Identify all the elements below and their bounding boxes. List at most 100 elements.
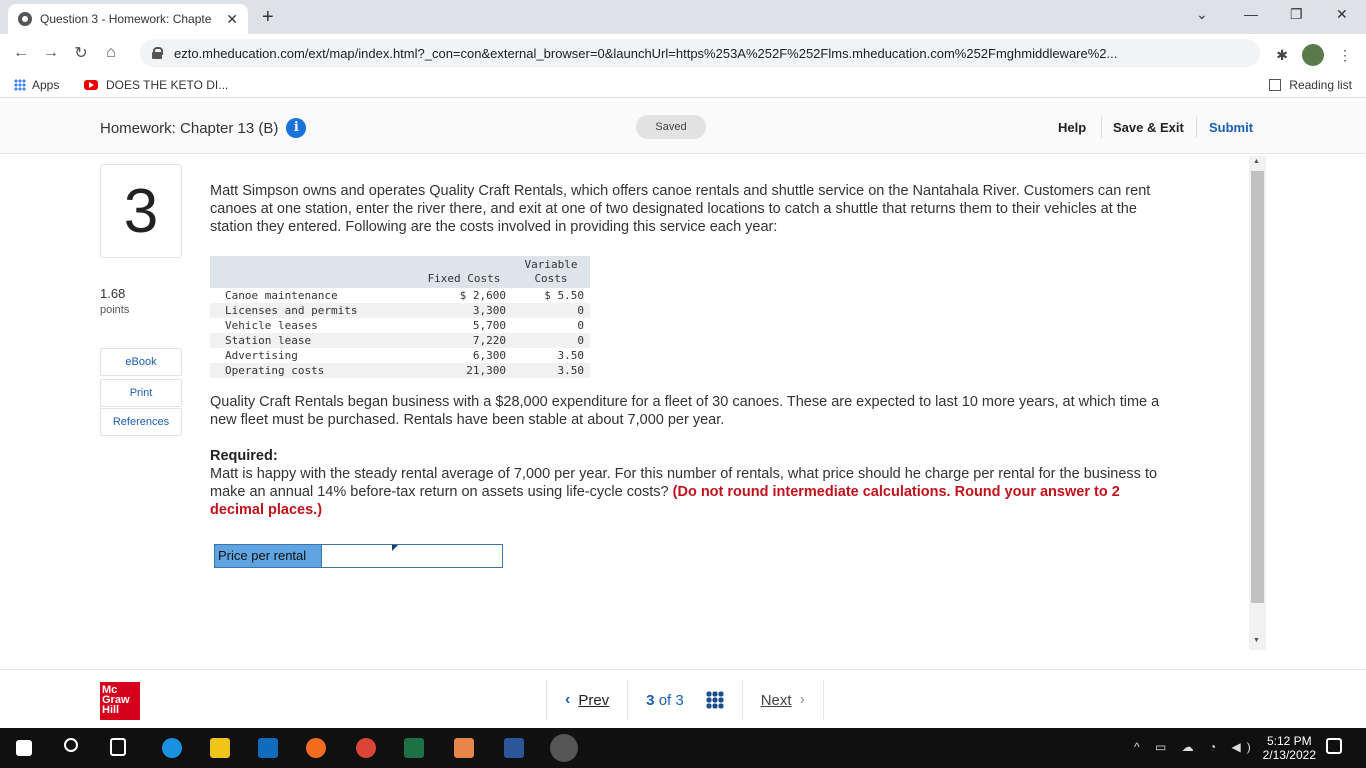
next-button[interactable]: Next › <box>743 680 824 720</box>
scrollbar-thumb[interactable] <box>1251 171 1264 603</box>
row-label: Licenses and permits <box>210 303 416 318</box>
col-fixed-costs: Fixed Costs <box>416 256 512 288</box>
notifications-icon[interactable] <box>1326 738 1342 754</box>
scroll-up-icon[interactable]: ▲ <box>1253 158 1260 165</box>
question-pager: ‹ Prev 3 of 3 Next › <box>546 680 824 720</box>
menu-icon[interactable]: ⋮ <box>1338 47 1352 64</box>
logo-line3: Hill <box>102 704 120 716</box>
browser-tab-bar: Question 3 - Homework: Chapte ✕ + ⌄ — ❐ … <box>0 0 1366 34</box>
page-total: 3 <box>675 691 684 709</box>
price-per-rental-input[interactable] <box>322 545 502 567</box>
reload-icon[interactable]: ↻ <box>66 43 96 63</box>
answer-flag-icon <box>392 545 398 551</box>
reading-list-icon <box>1269 79 1282 91</box>
table-row: Advertising 6,300 3.50 <box>210 348 590 363</box>
question-number: 3 <box>100 164 182 258</box>
required-section: Required: Matt is happy with the steady … <box>210 447 1170 519</box>
col-variable-costs: Variable Costs <box>512 256 590 288</box>
row-label: Canoe maintenance <box>225 289 338 302</box>
system-tray-icons[interactable]: ^ ▭ ☁ ◔ ◀) <box>1134 740 1257 754</box>
header-divider <box>1196 116 1197 138</box>
references-button[interactable]: References <box>100 408 182 436</box>
row-variable-cost: 3.50 <box>557 349 585 362</box>
restore-button[interactable]: ❐ <box>1290 6 1303 23</box>
reading-list-label: Reading list <box>1289 78 1352 92</box>
home-icon[interactable]: ⌂ <box>96 44 126 62</box>
save-exit-button[interactable]: Save & Exit <box>1113 120 1184 135</box>
question-grid-icon[interactable] <box>705 691 724 709</box>
row-fixed-cost: 7,220 <box>416 333 512 348</box>
outlook-icon[interactable] <box>258 738 278 758</box>
chrome-icon[interactable] <box>356 738 376 758</box>
clock[interactable]: 5:12 PM 2/13/2022 <box>1263 734 1316 762</box>
header-divider <box>1101 116 1102 138</box>
forward-icon[interactable]: → <box>36 44 66 62</box>
windows-taskbar: ^ ▭ ☁ ◔ ◀) 5:12 PM 2/13/2022 <box>0 728 1366 768</box>
back-icon[interactable]: ← <box>6 44 36 62</box>
prev-button[interactable]: ‹ Prev <box>546 680 629 720</box>
page-current: 3 <box>646 691 655 709</box>
footer: Mc Graw Hill ‹ Prev 3 of 3 Next › <box>0 669 1366 728</box>
bookmark-apps[interactable]: Apps <box>14 78 59 92</box>
table-row: Operating costs 21,300 3.50 <box>210 363 590 378</box>
table-row: Canoe maintenance $ 2,600 $ 5.50 <box>210 288 590 303</box>
search-icon[interactable] <box>64 738 78 752</box>
help-button[interactable]: Help <box>1058 120 1086 135</box>
site-favicon-icon <box>18 12 32 26</box>
row-variable-cost: 0 <box>577 319 584 332</box>
task-view-icon[interactable] <box>110 738 126 756</box>
scroll-down-icon[interactable]: ▼ <box>1253 637 1260 644</box>
submit-button[interactable]: Submit <box>1209 120 1253 135</box>
table-row: Station lease 7,220 0 <box>210 333 590 348</box>
table-row: Vehicle leases 5,700 0 <box>210 318 590 333</box>
info-icon[interactable]: i <box>286 118 307 138</box>
points-label: points <box>100 304 130 316</box>
chrome-active-icon[interactable] <box>550 734 578 762</box>
cost-table-header: Fixed Costs Variable Costs <box>210 256 590 288</box>
file-explorer-icon[interactable] <box>210 738 230 758</box>
word-icon[interactable] <box>504 738 524 758</box>
table-row: Licenses and permits 3,300 0 <box>210 303 590 318</box>
bookmark-keto-label: DOES THE KETO DI... <box>106 78 229 92</box>
close-window-button[interactable]: ✕ <box>1336 6 1348 23</box>
reading-list[interactable]: Reading list <box>1269 78 1352 92</box>
minimize-button[interactable]: — <box>1244 6 1258 22</box>
edge-icon[interactable] <box>162 738 182 758</box>
chevron-left-icon: ‹ <box>565 691 571 708</box>
clock-time: 5:12 PM <box>1266 734 1312 748</box>
new-tab-button[interactable]: + <box>262 6 274 29</box>
row-label: Advertising <box>225 349 298 362</box>
row-label: Operating costs <box>210 363 416 378</box>
extensions-icon[interactable]: ✱ <box>1276 47 1288 64</box>
bookmark-apps-label: Apps <box>32 78 60 92</box>
problem-intro: Matt Simpson owns and operates Quality C… <box>210 183 1151 235</box>
app-header: Homework: Chapter 13 (B) i Saved Help Sa… <box>0 102 1366 154</box>
row-variable-cost: $ 5.50 <box>544 289 584 302</box>
bookmarks-bar: Apps DOES THE KETO DI... Reading list <box>0 72 1366 98</box>
browser-tab[interactable]: Question 3 - Homework: Chapte ✕ <box>8 4 248 34</box>
lock-icon <box>152 47 163 59</box>
row-label: Vehicle leases <box>225 319 318 332</box>
firefox-icon[interactable] <box>306 738 326 758</box>
print-button[interactable]: Print <box>100 379 182 407</box>
profile-avatar[interactable] <box>1302 44 1324 66</box>
url-text: ezto.mheducation.com/ext/map/index.html?… <box>174 45 1118 61</box>
bookmark-keto[interactable]: DOES THE KETO DI... <box>84 78 228 92</box>
excel-icon[interactable] <box>404 738 424 758</box>
points-value: 1.68 <box>100 286 126 301</box>
page-indicator: 3 of 3 <box>628 680 743 720</box>
row-fixed-cost: 21,300 <box>416 363 512 378</box>
tab-search-icon[interactable]: ⌄ <box>1196 6 1208 23</box>
ebook-button[interactable]: eBook <box>100 348 182 376</box>
tab-close-icon[interactable]: ✕ <box>226 11 238 28</box>
url-bar[interactable]: ezto.mheducation.com/ext/map/index.html?… <box>140 39 1260 67</box>
row-label: Station lease <box>210 333 416 348</box>
col-variable-line1: Variable <box>524 258 578 271</box>
problem-fleet-paragraph: Quality Craft Rentals began business wit… <box>210 394 1160 428</box>
mcgraw-hill-logo: Mc Graw Hill <box>100 682 140 720</box>
apps-grid-icon <box>14 79 26 91</box>
windows-start-icon[interactable] <box>16 740 32 756</box>
row-variable-cost: 0 <box>512 333 590 348</box>
media-player-icon[interactable] <box>454 738 474 758</box>
assignment-title: Homework: Chapter 13 (B) i <box>100 118 307 138</box>
